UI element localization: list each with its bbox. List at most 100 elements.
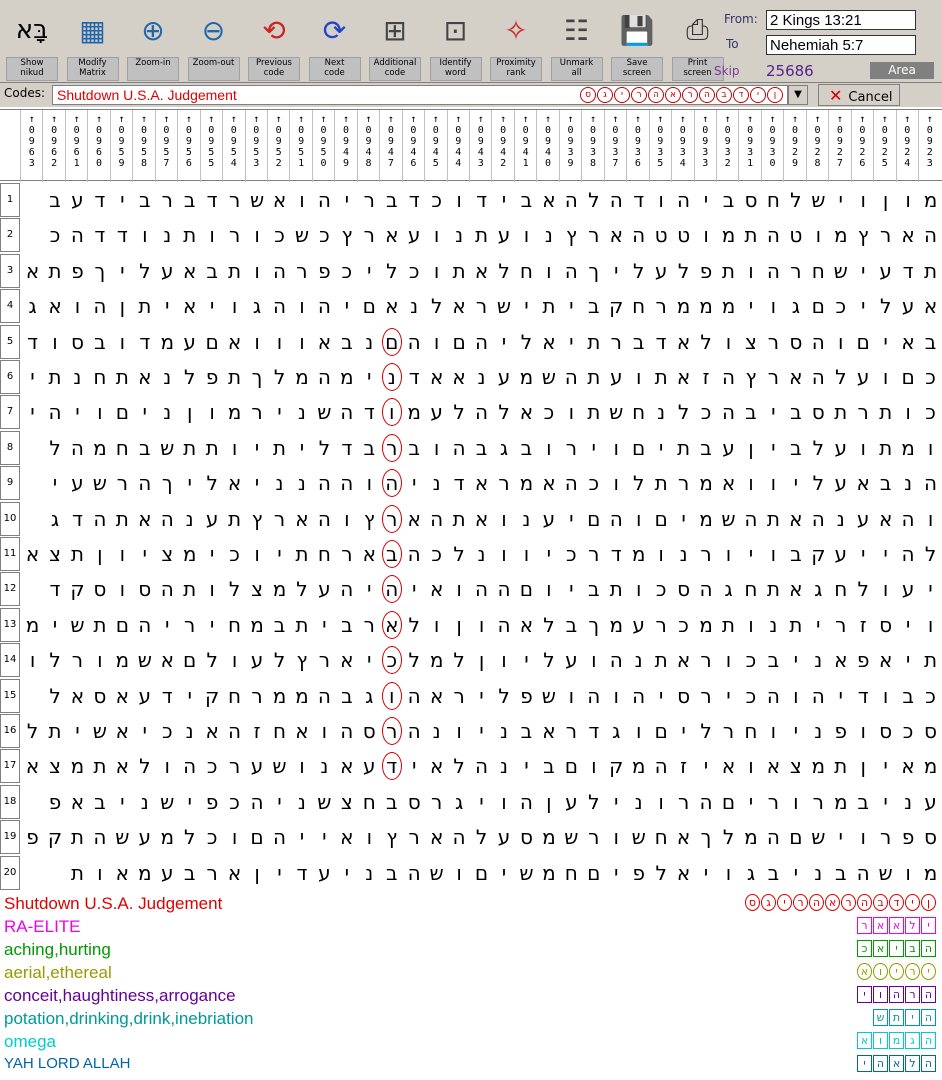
matrix-letter[interactable]: ב: [381, 185, 403, 215]
skip-column-header[interactable]: ↑ 0 9 4 7: [379, 110, 401, 182]
matrix-letter[interactable]: ה: [897, 539, 919, 569]
matrix-letter[interactable]: ה: [471, 574, 493, 604]
matrix-letter[interactable]: ב: [830, 858, 852, 888]
matrix-letter[interactable]: ל: [628, 256, 650, 286]
matrix-letter[interactable]: ת: [224, 256, 246, 286]
matrix-letter[interactable]: ב: [538, 751, 560, 781]
matrix-letter[interactable]: ה: [313, 362, 335, 392]
matrix-letter[interactable]: ע: [426, 397, 448, 427]
matrix-letter[interactable]: ם: [628, 433, 650, 463]
matrix-letter[interactable]: פ: [201, 787, 223, 817]
matrix-letter[interactable]: י: [650, 433, 672, 463]
matrix-letter[interactable]: י: [269, 787, 291, 817]
matrix-letter[interactable]: ר: [673, 787, 695, 817]
matrix-letter[interactable]: ה: [673, 185, 695, 215]
matrix-letter[interactable]: י: [403, 468, 425, 498]
matrix-letter[interactable]: ר: [201, 858, 223, 888]
matrix-letter[interactable]: א: [22, 751, 44, 781]
matrix-letter[interactable]: ץ: [358, 504, 380, 534]
matrix-letter[interactable]: ר: [493, 468, 515, 498]
matrix-letter[interactable]: ו: [583, 751, 605, 781]
matrix-letter[interactable]: ת: [66, 539, 88, 569]
skip-column-header[interactable]: ↑ 0 9 5 0: [311, 110, 334, 182]
matrix-letter[interactable]: י: [785, 645, 807, 675]
matrix-letter[interactable]: נ: [471, 362, 493, 392]
matrix-letter[interactable]: ד: [471, 185, 493, 215]
matrix-letter[interactable]: י: [538, 539, 560, 569]
matrix-letter[interactable]: ל: [673, 256, 695, 286]
skip-column-header[interactable]: ↑ 0 9 3 8: [581, 110, 603, 182]
matrix-letter[interactable]: מ: [920, 858, 942, 888]
matrix-letter[interactable]: י: [358, 362, 380, 392]
matrix-letter[interactable]: ז: [852, 610, 874, 640]
matrix-letter[interactable]: ה: [269, 256, 291, 286]
matrix-letter[interactable]: ו: [628, 716, 650, 746]
matrix-letter[interactable]: ע: [852, 362, 874, 392]
matrix-letter[interactable]: ו: [515, 220, 537, 250]
matrix-letter[interactable]: א: [920, 291, 942, 321]
matrix-letter[interactable]: ש: [560, 822, 582, 852]
matrix-letter[interactable]: ע: [66, 468, 88, 498]
matrix-letter[interactable]: א: [224, 327, 246, 357]
matrix-letter[interactable]: ל: [403, 645, 425, 675]
matrix-letter[interactable]: י: [852, 256, 874, 286]
matrix-letter[interactable]: א: [134, 362, 156, 392]
matrix-letter[interactable]: נ: [291, 397, 313, 427]
matrix-letter[interactable]: נ: [673, 539, 695, 569]
matrix-letter[interactable]: ש: [515, 858, 537, 888]
matrix-letter[interactable]: ם: [358, 291, 380, 321]
matrix-letter[interactable]: ח: [830, 574, 852, 604]
matrix-letter[interactable]: ן: [538, 787, 560, 817]
matrix-letter[interactable]: ה: [515, 787, 537, 817]
matrix-letter[interactable]: ה: [403, 858, 425, 888]
skip-column-header[interactable]: ↑ 0 9 4 8: [356, 110, 379, 182]
matrix-letter[interactable]: י: [852, 291, 874, 321]
matrix-letter[interactable]: ח: [650, 822, 672, 852]
matrix-letter[interactable]: מ: [179, 539, 201, 569]
matrix-letter[interactable]: ו: [448, 574, 470, 604]
matrix-letter[interactable]: ת: [875, 433, 897, 463]
matrix-letter[interactable]: ע: [560, 787, 582, 817]
matrix-letter[interactable]: א: [381, 220, 403, 250]
matrix-letter[interactable]: י: [515, 291, 537, 321]
matrix-letter[interactable]: ן: [179, 397, 201, 427]
matrix-letter[interactable]: ה: [44, 397, 66, 427]
matrix-letter[interactable]: ם: [448, 327, 470, 357]
matrix-letter[interactable]: ל: [44, 645, 66, 675]
matrix-letter[interactable]: ע: [897, 291, 919, 321]
matrix-letter[interactable]: ל: [201, 645, 223, 675]
from-field[interactable]: 2 Kings 13:21: [766, 10, 916, 30]
matrix-letter[interactable]: א: [291, 716, 313, 746]
matrix-letter[interactable]: ד: [403, 362, 425, 392]
matrix-letter[interactable]: ו: [291, 185, 313, 215]
matrix-letter[interactable]: ה: [762, 681, 784, 711]
matrix-letter[interactable]: ד: [448, 468, 470, 498]
skip-column-header[interactable]: ↑ 0 9 4 9: [334, 110, 356, 182]
matrix-letter[interactable]: ח: [807, 256, 829, 286]
matrix-letter[interactable]: ו: [650, 787, 672, 817]
matrix-letter[interactable]: ו: [875, 362, 897, 392]
matrix-letter[interactable]: י: [336, 291, 358, 321]
matrix-letter[interactable]: ו: [762, 291, 784, 321]
matrix-letter[interactable]: ת: [673, 433, 695, 463]
matrix-letter[interactable]: ע: [852, 504, 874, 534]
matrix-letter[interactable]: ו: [201, 397, 223, 427]
matrix-letter[interactable]: כ: [426, 185, 448, 215]
matrix-letter[interactable]: ו: [291, 327, 313, 357]
matrix-letter[interactable]: נ: [358, 858, 380, 888]
matrix-letter[interactable]: מ: [426, 645, 448, 675]
matrix-letter[interactable]: ר: [605, 327, 627, 357]
skip-column-header[interactable]: ↑ 0 9 5 4: [222, 110, 244, 182]
matrix-letter[interactable]: ב: [785, 433, 807, 463]
matrix-letter[interactable]: ב: [89, 787, 111, 817]
matrix-letter[interactable]: ר: [313, 645, 335, 675]
matrix-letter[interactable]: י: [515, 645, 537, 675]
matrix-letter[interactable]: י: [291, 433, 313, 463]
matrix-letter[interactable]: ש: [875, 858, 897, 888]
matrix-letter[interactable]: צ: [44, 539, 66, 569]
matrix-letter[interactable]: ו: [358, 822, 380, 852]
matrix-letter[interactable]: א: [471, 256, 493, 286]
skip-column-header[interactable]: ↑ 0 9 6 1: [64, 110, 87, 182]
matrix-letter[interactable]: א: [673, 822, 695, 852]
matrix-letter[interactable]: ה: [493, 574, 515, 604]
